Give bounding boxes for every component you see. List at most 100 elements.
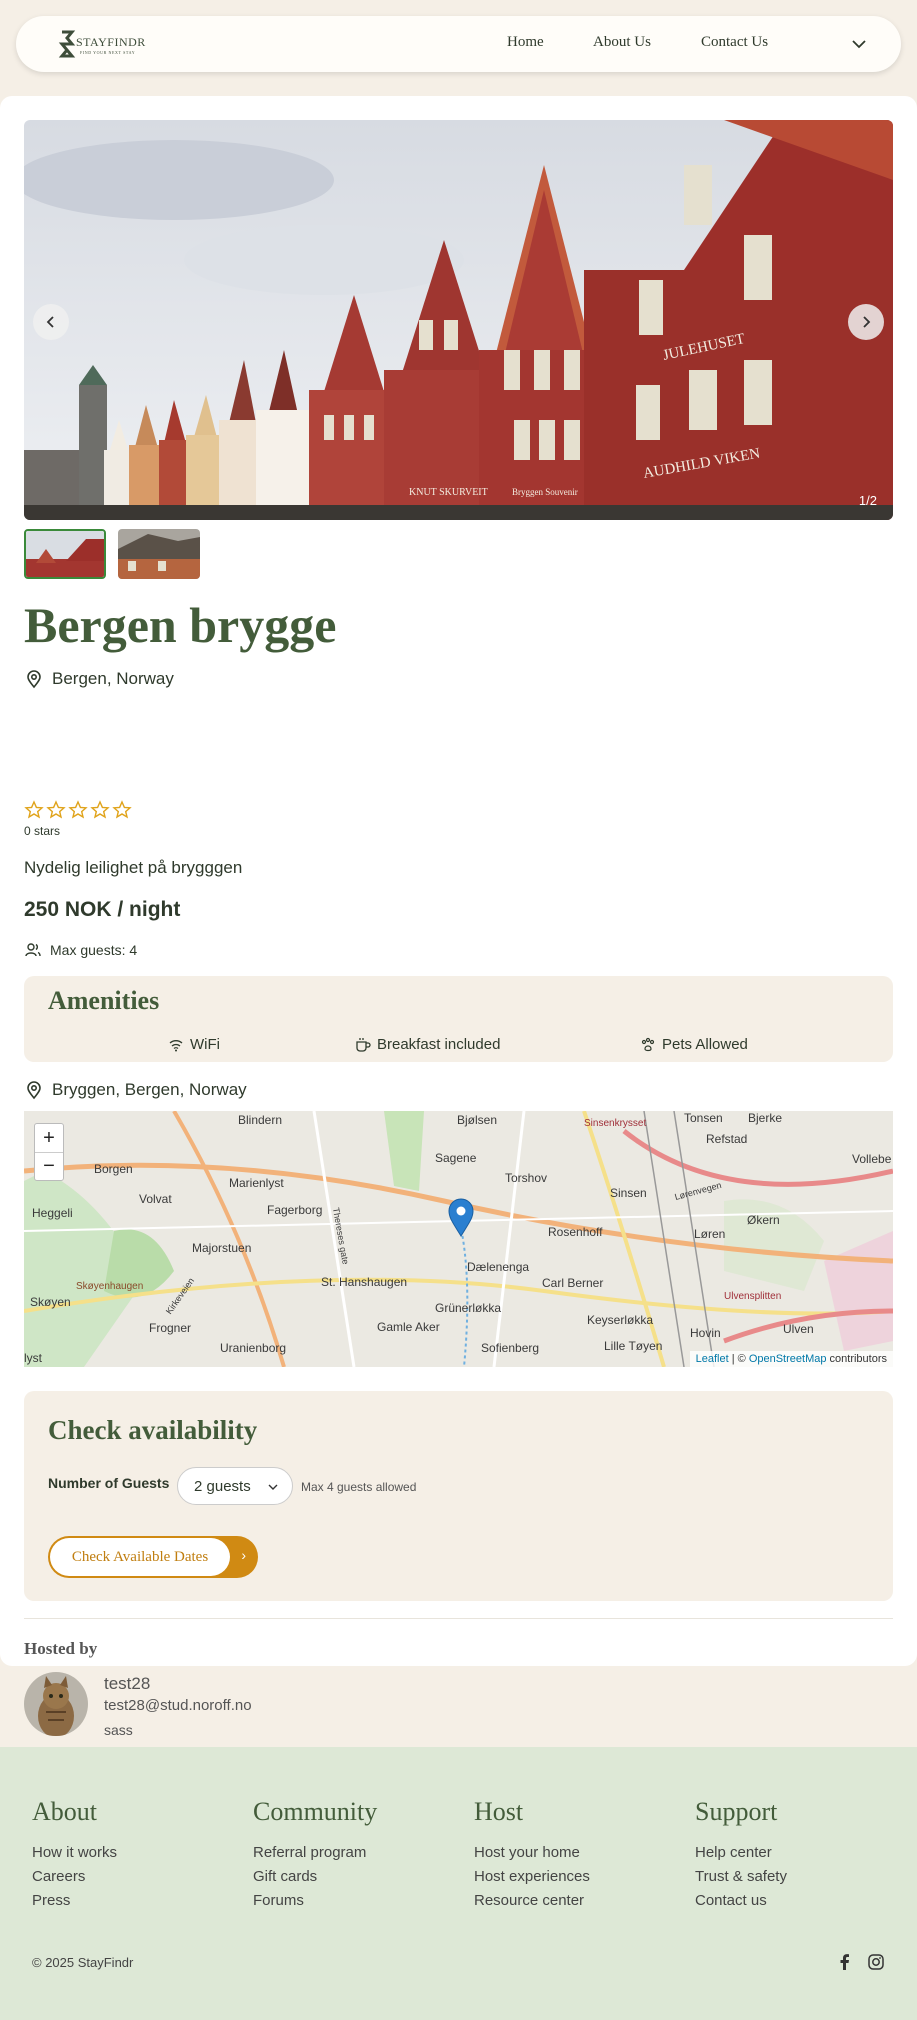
footer-link[interactable]: How it works bbox=[32, 1841, 117, 1865]
max-guests: Max guests: 4 bbox=[24, 941, 137, 959]
check-dates-button[interactable]: Check Available Dates › bbox=[48, 1536, 258, 1578]
max-guests-text: Max guests: 4 bbox=[50, 942, 138, 958]
arrow-right-icon: › bbox=[241, 1547, 246, 1563]
star-icon bbox=[112, 800, 132, 819]
map-label: Ulven bbox=[783, 1322, 814, 1336]
site-footer: About How it works Careers Press Communi… bbox=[0, 1747, 917, 2020]
availability-panel: Check availability Number of Guests 2 gu… bbox=[24, 1391, 893, 1601]
carousel-prev-button[interactable] bbox=[33, 304, 69, 340]
zoom-in-button[interactable]: + bbox=[35, 1124, 63, 1152]
listing-description: Nydelig leilighet på brygggen bbox=[24, 858, 243, 877]
logo-tagline: FIND YOUR NEXT STAY bbox=[80, 50, 136, 55]
map-label: Heggeli bbox=[32, 1206, 73, 1220]
amenity-pets: Pets Allowed bbox=[640, 1036, 748, 1053]
map-label: Bjerke bbox=[748, 1111, 783, 1125]
footer-link[interactable]: Gift cards bbox=[253, 1865, 377, 1889]
star-icon bbox=[24, 800, 44, 819]
map-pin-icon bbox=[27, 670, 41, 689]
zoom-out-button[interactable]: − bbox=[35, 1152, 63, 1180]
users-icon bbox=[25, 943, 41, 957]
nav-about-link[interactable]: About Us bbox=[593, 34, 651, 51]
listing-location: Bergen, Norway bbox=[24, 669, 174, 689]
divider bbox=[24, 1618, 893, 1619]
instagram-icon[interactable] bbox=[867, 1953, 885, 1971]
chevron-left-icon bbox=[46, 316, 54, 328]
nav-contact-link[interactable]: Contact Us bbox=[701, 34, 768, 51]
footer-link[interactable]: Careers bbox=[32, 1865, 117, 1889]
host-bio: sass bbox=[104, 1722, 133, 1738]
footer-link[interactable]: Referral program bbox=[253, 1841, 377, 1865]
map-label: Økern bbox=[747, 1213, 780, 1227]
map-label: Majorstuen bbox=[192, 1241, 252, 1255]
facebook-icon[interactable] bbox=[836, 1953, 854, 1971]
map-label: Volvat bbox=[139, 1192, 172, 1206]
footer-link[interactable]: Host your home bbox=[474, 1841, 590, 1865]
availability-title: Check availability bbox=[48, 1415, 258, 1445]
footer-link[interactable]: Contact us bbox=[695, 1889, 787, 1913]
logo-mark-icon bbox=[58, 30, 76, 58]
map-label: Grünerløkka bbox=[435, 1301, 502, 1315]
footer-link[interactable]: Trust & safety bbox=[695, 1865, 787, 1889]
location-text: Bergen, Norway bbox=[52, 669, 174, 688]
footer-link[interactable]: Resource center bbox=[474, 1889, 590, 1913]
star-icon bbox=[68, 800, 88, 819]
listing-address: Bryggen, Bergen, Norway bbox=[24, 1080, 247, 1100]
leaflet-link[interactable]: Leaflet bbox=[696, 1353, 729, 1365]
footer-col-about: About How it works Careers Press bbox=[32, 1797, 117, 1913]
chevron-down-icon[interactable] bbox=[847, 32, 871, 56]
map-label: Dælenenga bbox=[467, 1260, 530, 1274]
sign-knut: KNUT SKURVEIT bbox=[409, 487, 488, 498]
footer-link[interactable]: Forums bbox=[253, 1889, 377, 1913]
listing-price: 250 NOK / night bbox=[24, 898, 181, 921]
map-label: Tonsen bbox=[684, 1111, 723, 1125]
thumbnail-1[interactable] bbox=[24, 529, 106, 579]
amenity-wifi: WiFi bbox=[168, 1036, 220, 1053]
map-label: Hovin bbox=[690, 1326, 721, 1340]
guests-select[interactable]: 2 guests bbox=[177, 1467, 293, 1505]
host-name: test28 bbox=[104, 1674, 151, 1693]
nav-home-link[interactable]: Home bbox=[507, 34, 544, 51]
address-text: Bryggen, Bergen, Norway bbox=[52, 1080, 247, 1099]
image-counter: 1/2 bbox=[858, 493, 877, 508]
map-label: Bjølsen bbox=[457, 1113, 498, 1127]
rating-label: 0 stars bbox=[24, 824, 61, 838]
osm-link[interactable]: OpenStreetMap bbox=[749, 1353, 827, 1365]
footer-link[interactable]: Press bbox=[32, 1889, 117, 1913]
avatar bbox=[24, 1672, 88, 1736]
hosted-by-heading: Hosted by bbox=[24, 1639, 98, 1658]
map-label: St. Hanshaugen bbox=[321, 1275, 408, 1289]
chevron-down-icon bbox=[268, 1484, 278, 1490]
map-label: Ulvensplitten bbox=[724, 1291, 782, 1302]
map-label: Fagerborg bbox=[267, 1203, 323, 1217]
host-email: test28@stud.noroff.no bbox=[104, 1697, 252, 1714]
footer-col-support: Support Help center Trust & safety Conta… bbox=[695, 1797, 787, 1913]
hero-image-carousel: JULEHUSET AUDHILD VIKEN KNUT SKURVEIT Br… bbox=[24, 120, 893, 520]
copyright: © 2025 StayFindr bbox=[32, 1955, 134, 1970]
thumbnail-2[interactable] bbox=[118, 529, 200, 579]
footer-link[interactable]: Host experiences bbox=[474, 1865, 590, 1889]
map-label: Sinsenkrysset bbox=[584, 1118, 647, 1129]
amenity-breakfast: Breakfast included bbox=[355, 1036, 500, 1053]
guests-note: Max 4 guests allowed bbox=[301, 1480, 417, 1494]
map-attribution: Leaflet | © OpenStreetMap contributors bbox=[689, 1351, 893, 1367]
map-marker-icon[interactable] bbox=[447, 1197, 475, 1237]
amenities-title: Amenities bbox=[48, 986, 160, 1015]
sign-souvenir: Bryggen Souvenir bbox=[512, 487, 578, 497]
listing-card: JULEHUSET AUDHILD VIKEN KNUT SKURVEIT Br… bbox=[0, 96, 917, 1738]
carousel-next-button[interactable] bbox=[848, 304, 884, 340]
paw-icon bbox=[641, 1037, 655, 1051]
map-label: Refstad bbox=[706, 1132, 748, 1146]
chevron-right-icon bbox=[863, 316, 871, 328]
location-map[interactable]: Blindern Bjølsen Sinsenkrysset Tonsen Bj… bbox=[24, 1111, 893, 1367]
map-label: Skøyen bbox=[30, 1295, 71, 1309]
amenities-panel: Amenities WiFi Breakfast included Pets A… bbox=[24, 976, 893, 1062]
map-label: Lille Tøyen bbox=[604, 1339, 663, 1353]
wifi-icon bbox=[169, 1039, 183, 1051]
map-label: Sofienberg bbox=[481, 1341, 540, 1355]
map-label: Sinsen bbox=[610, 1186, 647, 1200]
logo[interactable]: STAYFINDR FIND YOUR NEXT STAY bbox=[56, 28, 176, 60]
footer-link[interactable]: Help center bbox=[695, 1841, 787, 1865]
map-label: Keyserløkka bbox=[587, 1313, 654, 1327]
star-icon bbox=[90, 800, 110, 819]
star-icon bbox=[46, 800, 66, 819]
